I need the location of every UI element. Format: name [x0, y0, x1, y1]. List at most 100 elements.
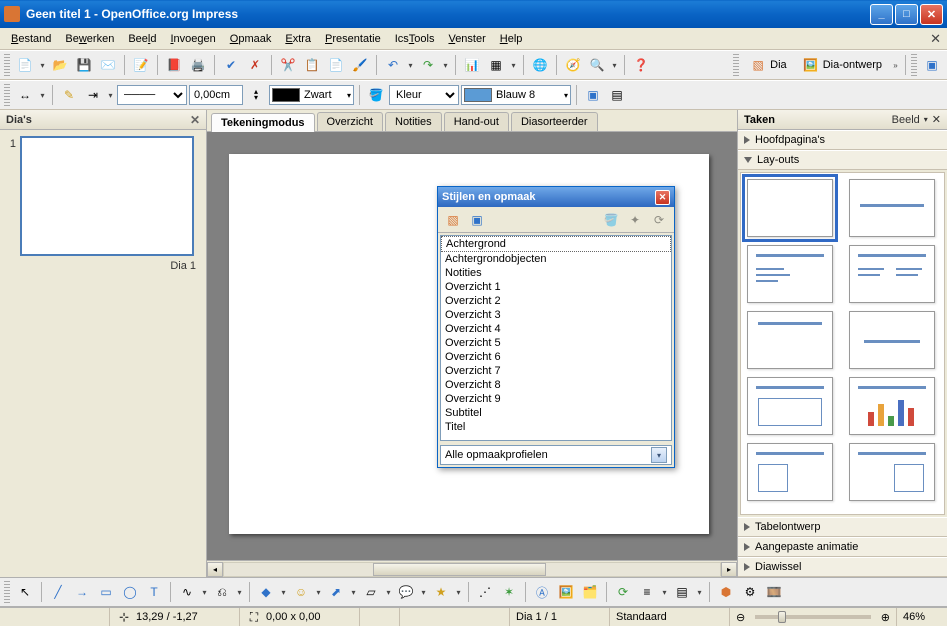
task-section-transition[interactable]: Diawissel [738, 557, 947, 577]
style-item[interactable]: Overzicht 8 [441, 378, 671, 392]
slide-thumbnail[interactable] [20, 136, 194, 256]
task-view-label[interactable]: Beeld [892, 114, 920, 126]
toolbar-handle-3[interactable] [911, 54, 917, 76]
extrusion-tool[interactable]: ⬢ [715, 581, 737, 603]
interaction-tool[interactable]: ⚙ [739, 581, 761, 603]
window-close-button[interactable]: ✕ [920, 4, 943, 25]
flowchart-tool[interactable]: ▱ [360, 581, 382, 603]
style-item[interactable]: Overzicht 5 [441, 336, 671, 350]
task-section-layouts[interactable]: Lay-outs [738, 150, 947, 170]
task-panel-close-button[interactable]: ✕ [932, 113, 941, 126]
arrow-style-button[interactable]: ↔ [14, 84, 36, 106]
presentation-toolbar-overflow[interactable]: » [891, 61, 900, 70]
help-button[interactable]: ❓ [630, 54, 652, 76]
presentation-styles-button[interactable]: ▤ [606, 84, 628, 106]
styles-window[interactable]: Stijlen en opmaak ✕ ▧ ▣ 🪣 ✦ ⟳ Achtergron… [437, 186, 675, 468]
toolbar-handle-4[interactable] [4, 84, 10, 106]
window-maximize-button[interactable]: □ [895, 4, 918, 25]
slide-canvas-area[interactable]: Stijlen en opmaak ✕ ▧ ▣ 🪣 ✦ ⟳ Achtergron… [207, 132, 737, 560]
copy-button[interactable]: 📋 [301, 54, 323, 76]
fill-color-combo[interactable]: Blauw 8 ▾ [461, 85, 571, 105]
tab-handout[interactable]: Hand-out [444, 112, 509, 131]
task-section-animation[interactable]: Aangepaste animatie [738, 537, 947, 557]
callouts-dropdown[interactable]: ▾ [419, 588, 428, 597]
document-close-button[interactable]: ✕ [930, 31, 941, 47]
shadow-button[interactable]: ▣ [582, 84, 604, 106]
ellipse-tool[interactable]: ◯ [119, 581, 141, 603]
task-section-tabledesign[interactable]: Tabelontwerp [738, 517, 947, 537]
style-item[interactable]: Overzicht 6 [441, 350, 671, 364]
layout-title[interactable] [849, 179, 935, 237]
layout-content[interactable] [747, 245, 833, 303]
stars-dropdown[interactable]: ▾ [454, 588, 463, 597]
zoom-slider-thumb[interactable] [778, 611, 786, 623]
fill-format-mode-button[interactable]: 🪣 [600, 209, 622, 231]
fill-type-combo[interactable]: Kleur [389, 85, 459, 105]
styles-filter-combo[interactable]: Alle opmaakprofielen ▾ [440, 445, 672, 465]
menu-opmaak[interactable]: Opmaak [223, 31, 279, 47]
table-button[interactable]: ▦ [485, 54, 507, 76]
gallery-tool[interactable]: 🗂️ [579, 581, 601, 603]
status-slide-cell[interactable]: Dia 1 / 1 [510, 608, 610, 626]
style-item[interactable]: Overzicht 1 [441, 280, 671, 294]
zoom-out-icon[interactable]: ⊖ [736, 611, 745, 624]
scroll-right-button[interactable]: ▸ [721, 562, 737, 577]
connector-tool[interactable]: ⎌ [211, 581, 233, 603]
animation-tool[interactable]: 🎞️ [763, 581, 785, 603]
toolbar-handle[interactable] [4, 54, 10, 76]
styles-list[interactable]: Achtergrond Achtergrondobjecten Notities… [440, 235, 672, 441]
horizontal-scrollbar[interactable]: ◂ ▸ [207, 560, 737, 577]
menu-venster[interactable]: Venster [441, 31, 492, 47]
style-item[interactable]: Overzicht 2 [441, 294, 671, 308]
slideshow-button[interactable]: ▣ [921, 54, 943, 76]
menu-extra[interactable]: Extra [278, 31, 318, 47]
zoom-in-icon[interactable]: ⊕ [881, 611, 890, 624]
graphics-styles-button[interactable]: ▧ [442, 209, 464, 231]
curve-tool[interactable]: ∿ [176, 581, 198, 603]
scroll-left-button[interactable]: ◂ [207, 562, 223, 577]
style-item[interactable]: Notities [441, 266, 671, 280]
menu-icstools[interactable]: IcsTools [388, 31, 442, 47]
menu-invoegen[interactable]: Invoegen [163, 31, 222, 47]
paste-button[interactable]: 📄 [325, 54, 347, 76]
curve-dropdown[interactable]: ▾ [200, 588, 209, 597]
block-arrows-tool[interactable]: ⬈ [325, 581, 347, 603]
points-tool[interactable]: ⋰ [474, 581, 496, 603]
text-tool[interactable]: T [143, 581, 165, 603]
layout-blank[interactable] [747, 179, 833, 237]
open-button[interactable]: 📂 [49, 54, 71, 76]
style-item[interactable]: Titel [441, 420, 671, 434]
dia-button[interactable]: ▧Dia [743, 54, 794, 76]
arrow-style-dropdown[interactable]: ▾ [38, 91, 47, 100]
layout-extra-2[interactable] [849, 443, 935, 501]
status-zoom-value-cell[interactable]: 46% [897, 608, 947, 626]
rotate-tool[interactable]: ⟳ [612, 581, 634, 603]
line-tool[interactable]: ╱ [47, 581, 69, 603]
new-style-button[interactable]: ✦ [624, 209, 646, 231]
tab-tekeningmodus[interactable]: Tekeningmodus [211, 113, 315, 132]
layout-extra-1[interactable] [747, 443, 833, 501]
gluepoints-tool[interactable]: ✶ [498, 581, 520, 603]
chart-button[interactable]: 📊 [461, 54, 483, 76]
align-tool[interactable]: ≡ [636, 581, 658, 603]
slide-thumb-row[interactable]: 1 [6, 136, 200, 256]
arrange-dropdown[interactable]: ▾ [695, 588, 704, 597]
arrange-tool[interactable]: ▤ [671, 581, 693, 603]
save-button[interactable]: 💾 [73, 54, 95, 76]
symbol-shapes-dropdown[interactable]: ▾ [314, 588, 323, 597]
tab-notities[interactable]: Notities [385, 112, 442, 131]
status-signature[interactable] [400, 608, 510, 626]
layout-object[interactable] [747, 377, 833, 435]
style-item[interactable]: Subtitel [441, 406, 671, 420]
menu-help[interactable]: Help [493, 31, 530, 47]
presentation-styles-button-2[interactable]: ▣ [466, 209, 488, 231]
table-dropdown[interactable]: ▾ [509, 61, 518, 70]
scroll-thumb[interactable] [373, 563, 547, 576]
block-arrows-dropdown[interactable]: ▾ [349, 588, 358, 597]
menu-beeld[interactable]: Beeld [121, 31, 163, 47]
toolbar-handle-2[interactable] [733, 54, 739, 76]
rectangle-tool[interactable]: ▭ [95, 581, 117, 603]
task-section-master[interactable]: Hoofdpagina's [738, 130, 947, 150]
new-document-button[interactable]: 📄 [14, 54, 36, 76]
status-insert-mode[interactable] [360, 608, 400, 626]
